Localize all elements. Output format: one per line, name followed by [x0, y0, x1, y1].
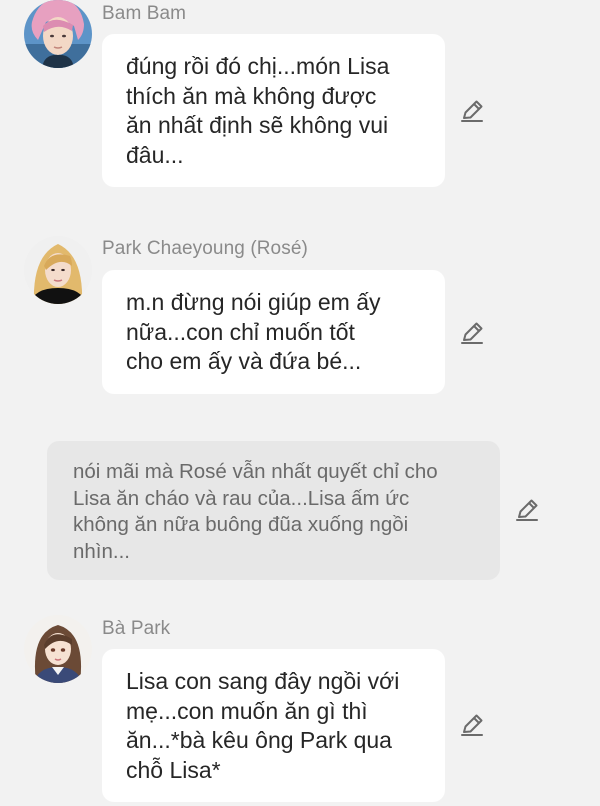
pencil-icon[interactable]: [459, 320, 485, 346]
narration-line: Lisa ăn cháo và rau của...Lisa ấm ức: [73, 486, 410, 510]
message-line: m.n đừng nói giúp em ấy: [126, 289, 381, 315]
sender-name: Bam Bam: [102, 3, 187, 24]
message-bubble: Lisa con sang đây ngồi với mẹ...con muốn…: [102, 649, 445, 802]
message-line: đâu...: [126, 141, 184, 168]
message-bubble: m.n đừng nói giúp em ấy nữa...con chỉ mu…: [102, 270, 445, 394]
message-bubble: đúng rồi đó chị...món Lisa thích ăn mà k…: [102, 34, 445, 187]
pencil-icon[interactable]: [459, 712, 485, 738]
rose-avatar-image: [24, 236, 92, 304]
message-line: chỗ Lisa*: [126, 756, 221, 783]
message-line: thích ăn mà không được: [126, 82, 377, 109]
sender-name: Park Chaeyoung (Rosé): [102, 238, 308, 259]
avatar-rose[interactable]: [24, 236, 92, 304]
message-line: mẹ...con muốn ăn gì thì: [126, 697, 368, 724]
message-line: Lisa con sang đây ngồi với: [126, 668, 400, 694]
pencil-icon[interactable]: [514, 497, 540, 523]
message-line: cho em ấy và đứa bé...: [126, 348, 362, 374]
narration-bubble: nói mãi mà Rosé vẫn nhất quyết chỉ cho L…: [47, 441, 500, 580]
message-line: ăn nhất định sẽ không vui: [126, 112, 389, 138]
bambam-avatar-image: [24, 0, 92, 68]
message-line: đúng rồi đó chị...món Lisa: [126, 53, 390, 79]
avatar-bambam[interactable]: [24, 0, 92, 68]
avatar-ba-park[interactable]: [24, 615, 92, 683]
narration-line: không ăn nữa buông đũa xuống ngồi: [73, 513, 409, 536]
message-line: ăn...*bà kêu ông Park qua: [126, 727, 392, 753]
narration-line: nhìn...: [73, 539, 130, 563]
narration-line: nói mãi mà Rosé vẫn nhất quyết chỉ cho: [73, 460, 438, 483]
sender-name: Bà Park: [102, 618, 171, 639]
pencil-icon[interactable]: [459, 98, 485, 124]
ba-park-avatar-image: [24, 615, 92, 683]
message-line: nữa...con chỉ muốn tốt: [126, 318, 355, 345]
